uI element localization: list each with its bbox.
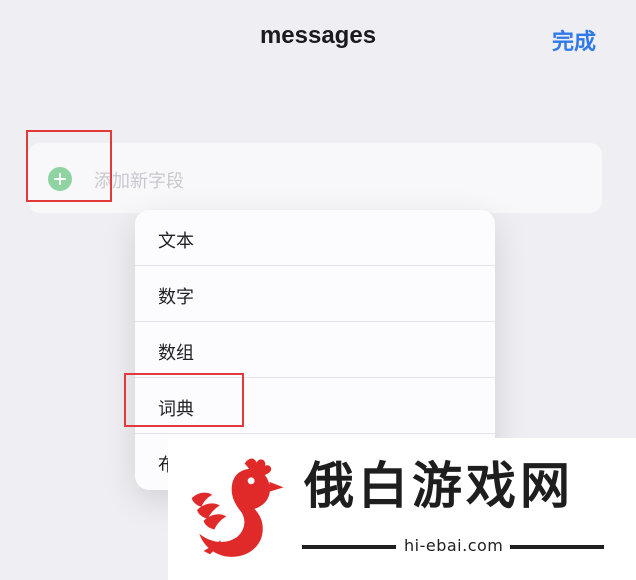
menu-item-label: 数字 (158, 287, 194, 308)
done-button[interactable]: 完成 (552, 24, 596, 56)
watermark-title: 俄白游戏网 (304, 457, 574, 515)
menu-item-label: 数组 (158, 343, 194, 364)
watermark-divider-left (302, 545, 396, 549)
menu-item-dictionary[interactable]: 词典 (135, 378, 495, 434)
rooster-logo (191, 458, 284, 557)
watermark-overlay: 俄白游戏网 hi-ebai.com (168, 438, 636, 580)
watermark-divider-right (510, 545, 604, 549)
navigation-bar: messages 完成 (0, 0, 636, 80)
add-field-placeholder: 添加新字段 (94, 171, 184, 192)
page-title: messages (259, 22, 377, 49)
add-field-row[interactable]: 添加新字段 (28, 143, 602, 213)
watermark-url: hi-ebai.com (404, 536, 504, 555)
menu-item-array[interactable]: 数组 (135, 322, 495, 378)
menu-item-number[interactable]: 数字 (135, 266, 495, 322)
menu-item-label: 词典 (158, 399, 194, 420)
menu-item-label: 文本 (158, 231, 194, 252)
plus-circle-icon[interactable] (48, 167, 72, 191)
menu-item-text[interactable]: 文本 (135, 210, 495, 266)
